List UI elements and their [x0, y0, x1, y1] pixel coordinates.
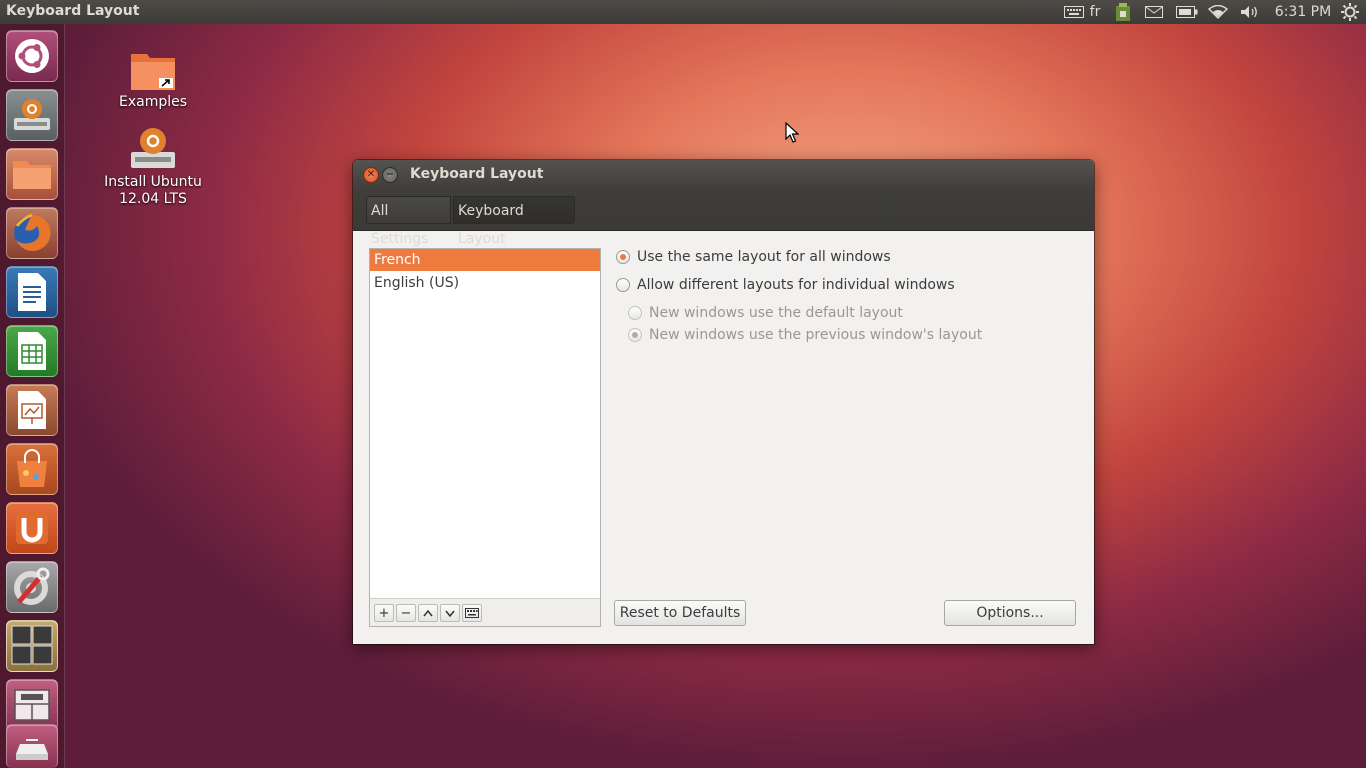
battery-icon[interactable]	[1175, 0, 1199, 24]
keyboard-icon[interactable]	[1062, 0, 1086, 24]
radio-button-unchecked[interactable]	[616, 278, 630, 292]
keyboard-preview-icon[interactable]	[462, 604, 482, 622]
mail-icon[interactable]	[1143, 0, 1165, 24]
list-item-french[interactable]: French	[370, 249, 600, 271]
radio-label: Use the same layout for all windows	[637, 249, 891, 265]
volume-icon[interactable]	[1239, 0, 1261, 24]
list-item-english-us[interactable]: English (US)	[370, 272, 600, 294]
software-center-icon[interactable]	[6, 443, 58, 495]
clock[interactable]: 6:31 PM	[1270, 0, 1336, 24]
firefox-icon[interactable]	[6, 207, 58, 259]
files-folder-icon[interactable]	[6, 148, 58, 200]
ubuntu-one-icon[interactable]	[6, 502, 58, 554]
breadcrumb-all-settings[interactable]: All Settings	[366, 196, 451, 247]
settings-toolbar: All Settings Keyboard Layout	[353, 190, 1094, 247]
mouse-cursor-icon	[785, 121, 800, 148]
desktop-icon-label: Examples	[118, 94, 188, 110]
minimize-icon[interactable]: −	[382, 167, 398, 183]
desktop-icon-install-ubuntu[interactable]: Install Ubuntu 12.04 LTS	[83, 126, 223, 208]
radio-label: New windows use the previous window's la…	[649, 327, 983, 343]
window-titlebar[interactable]: ✕ − Keyboard Layout	[353, 160, 1094, 190]
launcher	[0, 24, 65, 768]
reset-to-defaults-button[interactable]: Reset to Defaults	[614, 600, 746, 626]
radio-same-layout[interactable]: Use the same layout for all windows	[616, 249, 891, 265]
update-icon[interactable]	[1112, 0, 1134, 24]
system-settings-icon[interactable]	[6, 561, 58, 613]
desktop-icon-label: Install Ubuntu 12.04 LTS	[104, 174, 202, 207]
keyboard-layout-window: ✕ − Keyboard Layout All Settings Keyboar…	[353, 160, 1094, 644]
move-up-icon[interactable]	[418, 604, 438, 622]
ubuntu-dash-icon[interactable]	[6, 30, 58, 82]
install-ubuntu-icon	[83, 126, 223, 174]
keyboard-indicator[interactable]: fr	[1087, 0, 1103, 24]
radio-different-layouts[interactable]: Allow different layouts for individual w…	[616, 277, 955, 293]
wifi-icon[interactable]	[1207, 0, 1229, 24]
libreoffice-impress-icon[interactable]	[6, 384, 58, 436]
options-button[interactable]: Options...	[944, 600, 1076, 626]
remove-icon[interactable]: −	[396, 604, 416, 622]
desktop-icon-examples[interactable]: Examples	[108, 50, 198, 111]
radio-button-checked[interactable]	[628, 328, 642, 342]
window-title: Keyboard Layout	[410, 166, 544, 182]
breadcrumb-keyboard-layout[interactable]: Keyboard Layout	[453, 196, 575, 247]
close-icon[interactable]: ✕	[363, 167, 379, 183]
libreoffice-writer-icon[interactable]	[6, 266, 58, 318]
list-toolbar: + −	[370, 598, 600, 626]
workspace-switcher-icon[interactable]	[6, 620, 58, 672]
folder-link-icon	[108, 50, 198, 94]
add-icon[interactable]: +	[374, 604, 394, 622]
radio-button-checked[interactable]	[616, 250, 630, 264]
active-app-title: Keyboard Layout	[6, 3, 140, 19]
radio-previous-layout[interactable]: New windows use the previous window's la…	[628, 327, 982, 343]
libreoffice-calc-icon[interactable]	[6, 325, 58, 377]
radio-button-unchecked[interactable]	[628, 306, 642, 320]
move-down-icon[interactable]	[440, 604, 460, 622]
scanner-icon[interactable]	[6, 724, 58, 768]
radio-label: Allow different layouts for individual w…	[637, 277, 955, 293]
top-panel: Keyboard Layout fr 6:31 PM	[0, 0, 1366, 24]
install-ubuntu-icon[interactable]	[6, 89, 58, 141]
session-gear-icon[interactable]	[1338, 0, 1362, 24]
radio-label: New windows use the default layout	[649, 305, 903, 321]
layout-list: French English (US) + −	[369, 248, 601, 627]
radio-default-layout[interactable]: New windows use the default layout	[628, 305, 903, 321]
